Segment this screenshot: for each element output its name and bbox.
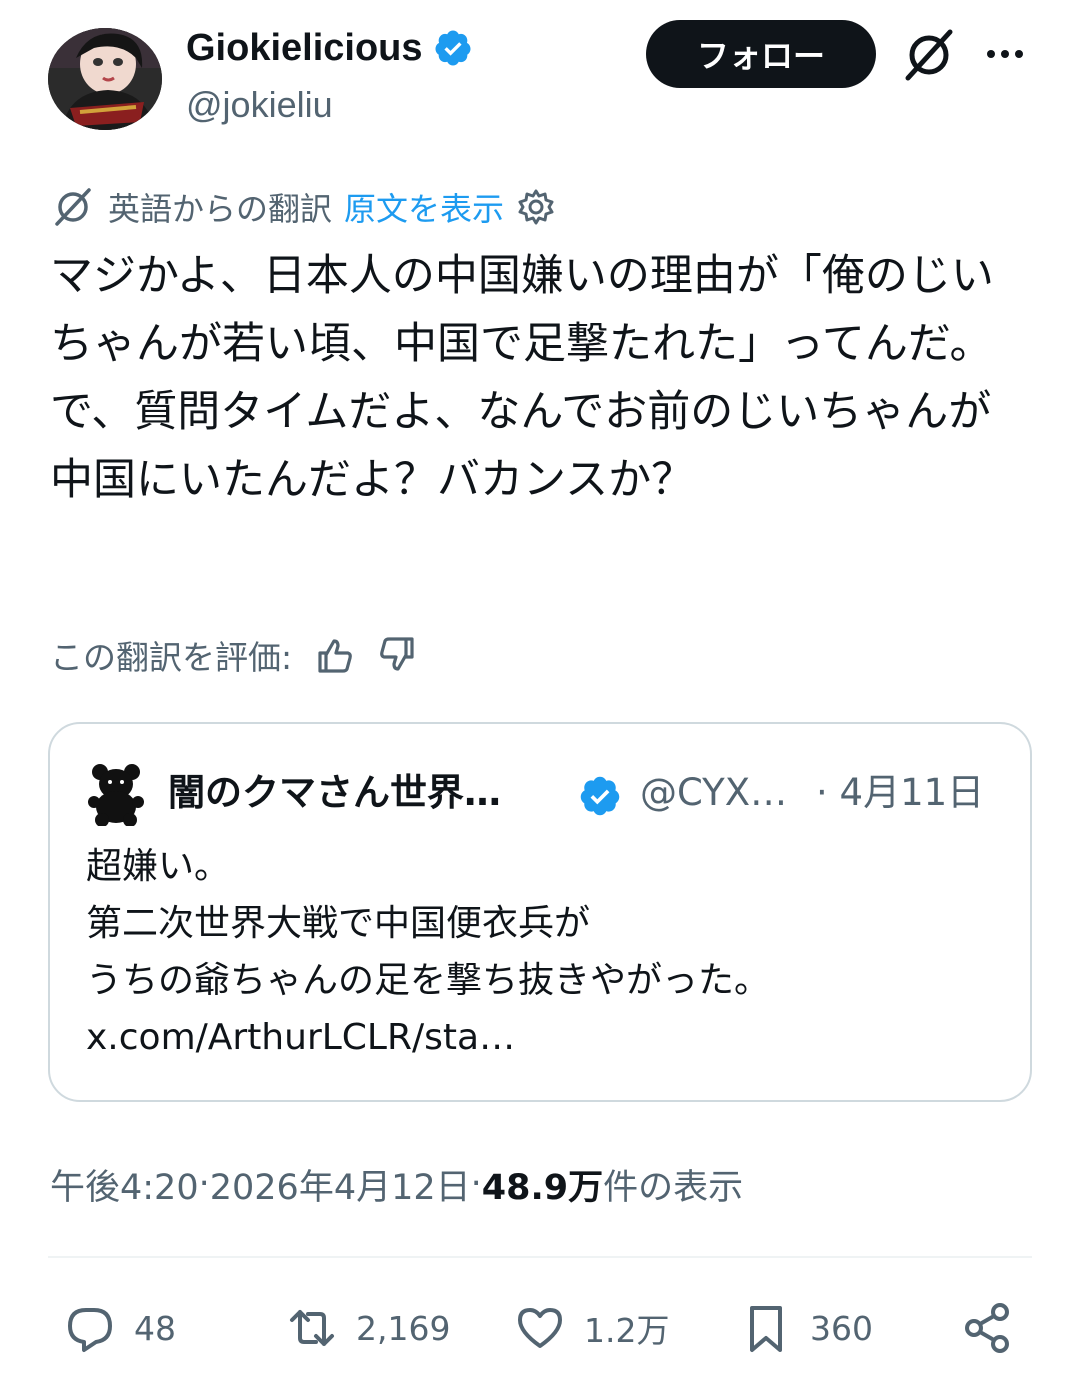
action-bar: 48 2,169 1.2万 360: [0, 1292, 1079, 1364]
tweet-header: Giokielicious @jokieliu フォロー: [0, 0, 1079, 150]
views-label: 件の表示: [603, 1167, 744, 1208]
repost-button[interactable]: 2,169: [284, 1292, 450, 1364]
rate-translation-row: この翻訳を評価:: [50, 632, 420, 678]
verified-badge-icon: [435, 30, 471, 66]
follow-button[interactable]: フォロー: [646, 20, 876, 88]
bookmark-count: 360: [810, 1308, 873, 1348]
author-name-text: Giokielicious: [186, 27, 423, 69]
meta-separator: ·: [470, 1164, 482, 1204]
share-button[interactable]: [960, 1292, 1016, 1364]
reply-icon: [68, 1308, 112, 1352]
show-original-link[interactable]: 原文を表示: [344, 184, 504, 230]
meta-separator: ·: [198, 1164, 210, 1204]
quoted-tweet-card[interactable]: 闇のクマさん世界… @CYX… · 4月11日 超嫌い。 第二次世界大戦で中国便…: [48, 722, 1032, 1102]
quoted-line: 超嫌い。: [86, 846, 231, 887]
post-time[interactable]: 午後4:20: [50, 1159, 199, 1210]
quoted-line: うちの爺ちゃんの足を撃ち抜きやがった。: [86, 960, 771, 1001]
more-options-icon[interactable]: [980, 34, 1030, 74]
author-avatar[interactable]: [48, 28, 162, 130]
bookmark-button[interactable]: 360: [738, 1292, 873, 1364]
rate-translation-label: この翻訳を評価:: [50, 638, 293, 677]
quoted-link[interactable]: x.com/ArthurLCLR/sta…: [86, 1009, 1006, 1066]
author-display-name[interactable]: Giokielicious: [186, 24, 473, 72]
like-button[interactable]: 1.2万: [512, 1292, 669, 1364]
reply-count: 48: [134, 1308, 176, 1348]
like-count: 1.2万: [584, 1311, 670, 1350]
grok-translate-icon: [55, 188, 91, 226]
translation-source-label: 英語からの翻訳: [108, 190, 333, 228]
translation-bar: 英語からの翻訳 原文を表示: [50, 184, 556, 230]
reply-button[interactable]: 48: [62, 1292, 176, 1364]
repost-icon: [290, 1310, 334, 1346]
quoted-line: 第二次世界大戦で中国便衣兵が: [86, 903, 591, 944]
tweet-meta: 午後4:20 · 2026年4月12日 · 48.9万 件の表示: [50, 1156, 743, 1212]
quoted-date: · 4月11日: [816, 771, 985, 814]
views-count: 48.9万: [481, 1167, 604, 1208]
heart-icon: [518, 1308, 562, 1348]
translation-settings-gear-icon[interactable]: [516, 187, 556, 227]
quoted-tweet-text: 超嫌い。 第二次世界大戦で中国便衣兵が うちの爺ちゃんの足を撃ち抜きやがった。 …: [86, 838, 1006, 1066]
grok-icon[interactable]: [900, 26, 958, 84]
thumbs-down-icon[interactable]: [376, 633, 420, 677]
quoted-verified-badge-icon: [580, 776, 620, 816]
bookmark-icon: [750, 1306, 782, 1352]
share-icon: [965, 1303, 1009, 1353]
thumbs-up-icon[interactable]: [312, 633, 356, 677]
author-handle[interactable]: @jokieliu: [186, 82, 333, 128]
tweet-text: マジかよ、日本人の中国嫌いの理由が「俺のじいちゃんが若い頃、中国で足撃たれた」っ…: [50, 251, 994, 505]
quoted-author-name: 闇のクマさん世界…: [168, 771, 501, 814]
quoted-author-handle: @CYX…: [640, 771, 788, 814]
repost-count: 2,169: [356, 1308, 451, 1348]
post-date[interactable]: 2026年4月12日: [210, 1159, 471, 1210]
bear-avatar-icon: [88, 764, 144, 826]
divider: [48, 1256, 1032, 1258]
